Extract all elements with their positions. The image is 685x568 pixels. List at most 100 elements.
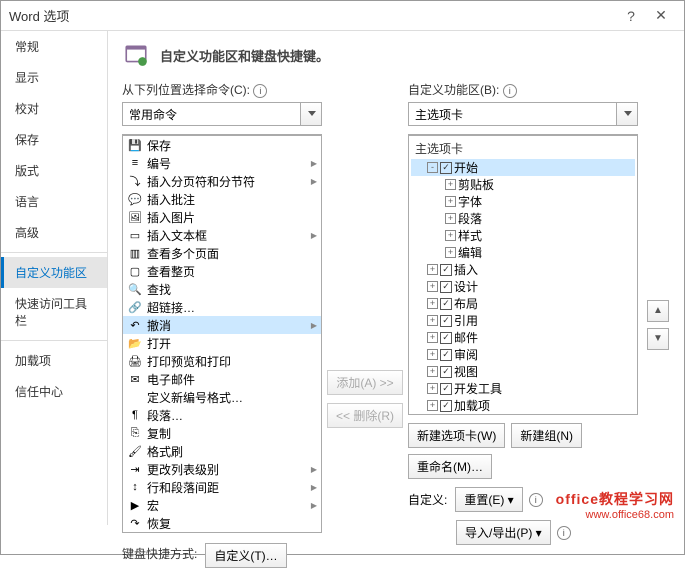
list-item[interactable]: ↕行和段落间距▶ — [123, 478, 321, 496]
tree-node[interactable]: +编辑 — [411, 244, 635, 261]
expand-toggle-icon[interactable]: + — [427, 298, 438, 309]
expand-toggle-icon[interactable]: + — [427, 281, 438, 292]
add-button[interactable]: 添加(A) >> — [327, 370, 402, 395]
sidebar-item-qat[interactable]: 快速访问工具栏 — [1, 288, 107, 336]
checkbox[interactable] — [440, 264, 452, 276]
checkbox[interactable] — [440, 298, 452, 310]
expand-toggle-icon[interactable]: + — [427, 332, 438, 343]
tree-node-label: 加载项 — [454, 397, 490, 414]
list-item[interactable]: 💾保存 — [123, 136, 321, 154]
tree-node[interactable]: +邮件 — [411, 329, 635, 346]
checkbox[interactable] — [440, 162, 452, 174]
expand-toggle-icon[interactable]: + — [445, 247, 456, 258]
list-item[interactable]: ✉电子邮件 — [123, 370, 321, 388]
tree-node[interactable]: +审阅 — [411, 346, 635, 363]
list-item[interactable]: ⎘复制 — [123, 424, 321, 442]
choose-commands-select[interactable]: 常用命令 — [122, 102, 322, 126]
list-item[interactable]: 定义新编号格式… — [123, 388, 321, 406]
expand-toggle-icon[interactable]: + — [445, 213, 456, 224]
list-item[interactable]: ▢查看整页 — [123, 262, 321, 280]
tree-node[interactable]: +剪贴板 — [411, 176, 635, 193]
close-button[interactable]: ✕ — [646, 7, 676, 24]
expand-toggle-icon[interactable]: - — [427, 162, 438, 173]
tree-node[interactable]: +样式 — [411, 227, 635, 244]
checkbox[interactable] — [440, 332, 452, 344]
list-item[interactable]: ▥查看多个页面 — [123, 244, 321, 262]
tree-node[interactable]: +视图 — [411, 363, 635, 380]
list-item[interactable]: ↷恢复 — [123, 514, 321, 532]
expand-toggle-icon[interactable]: + — [427, 315, 438, 326]
list-item[interactable]: ¶段落… — [123, 406, 321, 424]
sidebar-item-save[interactable]: 保存 — [1, 124, 107, 155]
keyboard-customize-button[interactable]: 自定义(T)… — [205, 543, 286, 568]
tree-node[interactable]: +引用 — [411, 312, 635, 329]
sidebar-item-display[interactable]: 显示 — [1, 62, 107, 93]
ribbon-tree[interactable]: 主选项卡-开始+剪贴板+字体+段落+样式+编辑+插入+设计+布局+引用+邮件+审… — [408, 135, 638, 415]
list-item[interactable]: 🖨打印预览和打印 — [123, 352, 321, 370]
checkbox[interactable] — [440, 383, 452, 395]
tree-node[interactable]: + 布局 — [411, 295, 635, 312]
sidebar-item-trust[interactable]: 信任中心 — [1, 376, 107, 407]
list-item[interactable]: ⤵插入分页符和分节符▶ — [123, 172, 321, 190]
list-item[interactable]: 🔍查找 — [123, 280, 321, 298]
list-item[interactable]: 🔗超链接… — [123, 298, 321, 316]
list-item[interactable]: 💬插入批注 — [123, 190, 321, 208]
checkbox[interactable] — [440, 366, 452, 378]
customize-ribbon-select[interactable]: 主选项卡 — [408, 102, 638, 126]
new-group-button[interactable]: 新建组(N) — [511, 423, 582, 448]
find-icon: 🔍 — [127, 281, 143, 297]
sidebar-item-language[interactable]: 语言 — [1, 186, 107, 217]
expand-toggle-icon[interactable]: + — [427, 400, 438, 411]
page-header: 自定义功能区和键盘快捷键。 — [122, 41, 670, 69]
expand-toggle-icon[interactable]: + — [427, 349, 438, 360]
tree-node[interactable]: +书法 — [411, 414, 635, 415]
sidebar-item-general[interactable]: 常规 — [1, 31, 107, 62]
move-down-button[interactable]: ▼ — [647, 328, 669, 350]
list-item[interactable]: ↶撤消▶ — [123, 316, 321, 334]
sidebar-item-proofing[interactable]: 校对 — [1, 93, 107, 124]
tree-node[interactable]: +插入 — [411, 261, 635, 278]
list-item[interactable]: ▶宏▶ — [123, 496, 321, 514]
list-item[interactable]: 🖌格式刷 — [123, 442, 321, 460]
list-item[interactable]: ▭插入文本框▶ — [123, 226, 321, 244]
submenu-arrow-icon: ▶ — [311, 501, 317, 510]
new-tab-button[interactable]: 新建选项卡(W) — [408, 423, 505, 448]
commands-listbox[interactable]: 💾保存≡编号▶⤵插入分页符和分节符▶💬插入批注🖼插入图片▭插入文本框▶▥查看多个… — [122, 135, 322, 533]
expand-toggle-icon[interactable]: + — [445, 179, 456, 190]
checkbox[interactable] — [440, 281, 452, 293]
expand-toggle-icon[interactable]: + — [445, 230, 456, 241]
list-item[interactable]: ⇥更改列表级别▶ — [123, 460, 321, 478]
sidebar-item-customize-ribbon[interactable]: 自定义功能区 — [1, 257, 107, 288]
info-icon[interactable]: i — [253, 84, 267, 98]
info-icon[interactable]: i — [529, 493, 543, 507]
tree-node[interactable]: -开始 — [411, 159, 635, 176]
move-up-button[interactable]: ▲ — [647, 300, 669, 322]
list-item[interactable]: ≡编号▶ — [123, 154, 321, 172]
sidebar-item-advanced[interactable]: 高级 — [1, 217, 107, 248]
tree-node[interactable]: +段落 — [411, 210, 635, 227]
list-item[interactable]: 🖼插入图片 — [123, 208, 321, 226]
tree-node[interactable]: +设计 — [411, 278, 635, 295]
expand-toggle-icon[interactable]: + — [427, 383, 438, 394]
reset-button[interactable]: 重置(E) ▾ — [455, 487, 522, 512]
rename-button[interactable]: 重命名(M)… — [408, 454, 492, 479]
tree-node[interactable]: +开发工具 — [411, 380, 635, 397]
command-label: 查找 — [147, 281, 317, 298]
checkbox[interactable] — [440, 315, 452, 327]
import-export-button[interactable]: 导入/导出(P) ▾ — [456, 520, 551, 545]
sidebar-item-layout[interactable]: 版式 — [1, 155, 107, 186]
tree-node-label: 布局 — [454, 295, 478, 312]
tree-node[interactable]: + 加载项 — [411, 397, 635, 414]
tree-node[interactable]: +字体 — [411, 193, 635, 210]
sidebar-item-addins[interactable]: 加载项 — [1, 345, 107, 376]
checkbox[interactable] — [440, 349, 452, 361]
remove-button[interactable]: << 删除(R) — [327, 403, 403, 428]
expand-toggle-icon[interactable]: + — [427, 264, 438, 275]
info-icon[interactable]: i — [557, 526, 571, 540]
checkbox[interactable] — [440, 400, 452, 412]
info-icon[interactable]: i — [503, 84, 517, 98]
list-item[interactable]: 📂打开 — [123, 334, 321, 352]
expand-toggle-icon[interactable]: + — [427, 366, 438, 377]
help-button[interactable]: ? — [616, 8, 646, 24]
expand-toggle-icon[interactable]: + — [445, 196, 456, 207]
